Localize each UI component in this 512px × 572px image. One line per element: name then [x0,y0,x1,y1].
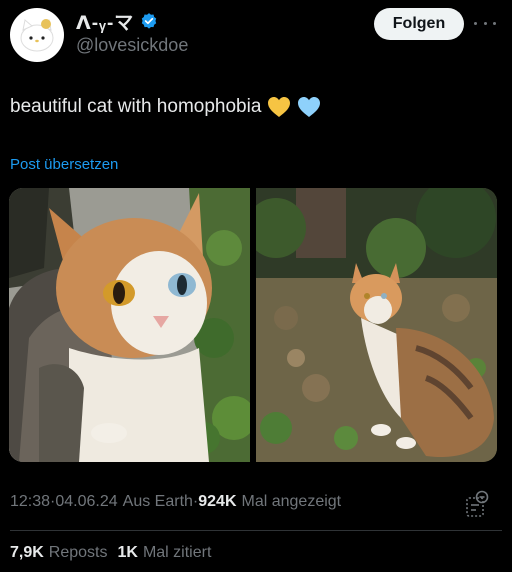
cat-closeup-image [9,188,250,462]
quotes-stat[interactable]: 1K Mal zitiert [118,544,212,562]
follow-button[interactable]: Folgen [374,8,464,40]
reposts-count: 7,9K [10,544,44,561]
post-page: ᐱ-ᵧ-マ @lovesickdoe Folgen beautiful cat … [0,0,512,572]
cat-in-leaves-image [256,188,497,462]
media-grid [9,188,497,462]
cat-in-leaves-photo[interactable] [256,188,497,462]
post-text: beautiful cat with homophobia [10,96,262,117]
post-location: Aus Earth [122,493,193,510]
post-date[interactable]: 04.06.24 [55,493,117,511]
quotes-count: 1K [117,544,138,561]
cat-closeup-photo[interactable] [9,188,250,462]
post-time[interactable]: 12:38 [10,493,50,511]
yellow-heart-icon [268,97,291,117]
author-name-row[interactable]: ᐱ-ᵧ-マ [76,8,158,35]
reposts-label: Reposts [48,544,108,561]
light-blue-heart-icon [298,97,321,117]
more-options-icon[interactable] [474,13,496,33]
views-label: Mal angezeigt [241,493,342,510]
quotes-label: Mal zitiert [142,544,212,561]
avatar[interactable] [10,8,64,62]
author-handle[interactable]: @lovesickdoe [76,35,188,56]
post-text-row: beautiful cat with homophobia [10,96,321,118]
translate-post-link[interactable]: Post übersetzen [10,156,118,173]
views-count: 924K [198,493,237,510]
post-stats-row: 7,9K Reposts 1K Mal zitiert [10,544,211,562]
view-analytics-icon[interactable] [465,490,489,518]
author-display-name[interactable]: ᐱ-ᵧ-マ [76,8,134,35]
hello-kitty-avatar-icon [20,19,54,52]
verified-badge-icon [142,13,157,29]
post-meta-row: 12:38 · 04.06.24 Aus Earth · 924K Mal an… [10,493,341,511]
reposts-stat[interactable]: 7,9K Reposts [10,544,108,562]
divider [10,530,502,531]
